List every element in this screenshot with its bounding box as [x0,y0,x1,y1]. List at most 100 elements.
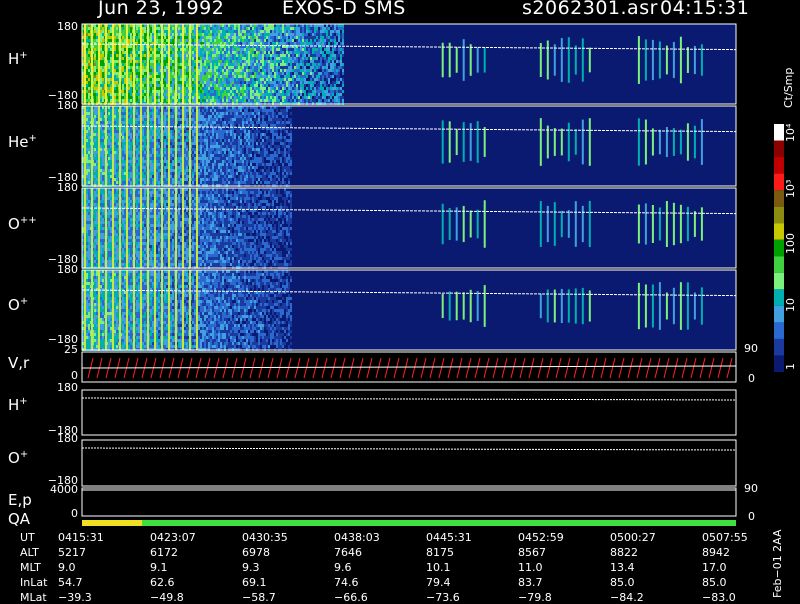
spectrogram-cell [256,54,258,57]
spectrogram-cell [290,99,292,102]
spectrogram-cell [172,30,174,33]
spectrogram-cell [184,163,186,166]
spectrogram-cell [172,160,174,163]
spectrogram-cell [294,93,296,96]
spectrogram-cell [298,90,300,93]
spectrogram-cell [200,84,202,87]
spectrogram-burst [546,40,549,80]
spectrogram-cell [312,69,314,72]
spectrogram-cell [300,30,302,33]
spectrogram-cell [268,93,270,96]
spectrogram-cell [338,99,340,102]
spectrogram-cell [228,78,230,81]
spectrogram-cell [88,139,90,142]
spectrogram-cell [260,87,262,90]
spectrogram-cell [226,78,228,81]
spectrogram-cell [180,78,182,81]
spectrogram-cell [288,99,290,102]
spectrogram-cell [88,75,90,78]
spectrogram-cell [262,72,264,75]
spectrogram-cell [164,33,166,36]
spectrogram-cell [212,51,214,54]
spectrogram-cell [142,51,144,54]
spectrogram-cell [116,178,118,181]
spectrogram-cell [108,60,110,63]
spectrogram-cell [218,87,220,90]
spectrogram-cell [192,27,194,30]
spectrogram-cell [130,90,132,93]
spectrogram-cell [198,87,200,90]
spectrogram-cell [316,69,318,72]
spectrogram-cell [284,30,286,33]
spectrogram-cell [308,84,310,87]
spectrogram-cell [144,78,146,81]
spectrogram-cell [142,75,144,78]
spectrogram-cell [220,66,222,69]
spectrogram-cell [238,48,240,51]
spectrogram-cell [280,30,282,33]
spectrogram-cell [158,45,160,48]
spectrogram-cell [312,36,314,39]
spectrogram-cell [136,36,138,39]
spectrogram-cell [150,36,152,39]
spectrogram-cell [114,157,116,160]
spectrogram-cell [284,87,286,90]
spectrogram-cell [218,63,220,66]
spectrogram-cell [110,181,112,184]
spectrogram-cell [184,36,186,39]
spectrogram-cell [108,78,110,81]
spectrogram-cell [108,90,110,93]
spectrogram-cell [224,90,226,93]
spectrogram-cell [116,27,118,30]
spectrogram-cell [170,127,172,130]
spectrogram-cell [262,54,264,57]
spectrogram-cell [142,112,144,115]
spectrogram-cell [222,99,224,102]
spectrogram-cell [180,63,182,66]
spectrogram-cell [280,36,282,39]
spectrogram-cell [300,33,302,36]
spectrogram-cell [194,93,196,96]
spectrogram-cell [218,93,220,96]
spectrogram-cell [326,75,328,78]
spectrogram-cell [226,54,228,57]
spectrogram-cell [142,151,144,154]
spectrogram-cell [170,139,172,142]
spectrogram-cell [164,130,166,133]
spectrogram-cell [144,136,146,139]
spectrogram-cell [130,60,132,63]
spectrogram-cell [306,27,308,30]
spectrogram-cell [208,60,210,63]
spectrogram-cell [214,54,216,57]
spectrogram-cell [278,27,280,30]
spectrogram-cell [152,151,154,154]
spectrogram-stripe [175,24,177,104]
spectrogram-cell [152,96,154,99]
spectrogram-cell [184,148,186,151]
spectrogram-cell [244,66,246,69]
spectrogram-cell [234,51,236,54]
spectrogram-cell [144,75,146,78]
spectrogram-cell [206,39,208,42]
spectrogram-cell [232,36,234,39]
spectrogram-cell [204,96,206,99]
spectrogram-cell [326,93,328,96]
spectrogram-cell [216,48,218,51]
spectrogram-cell [232,60,234,63]
spectrogram-cell [192,78,194,81]
spectrogram-cell [128,78,130,81]
spectrogram-cell [110,93,112,96]
spectrogram-cell [230,69,232,72]
spectrogram-cell [282,30,284,33]
spectrogram-cell [124,148,126,151]
spectrogram-cell [184,57,186,60]
spectrogram-cell [226,90,228,93]
spectrogram-cell [234,39,236,42]
spectrogram-cell [178,30,180,33]
spectrogram-cell [234,69,236,72]
spectrogram-cell [332,36,334,39]
spectrogram-cell [96,51,98,54]
spectrogram-cell [276,84,278,87]
spectrogram-cell [298,87,300,90]
spectrogram-cell [110,151,112,154]
